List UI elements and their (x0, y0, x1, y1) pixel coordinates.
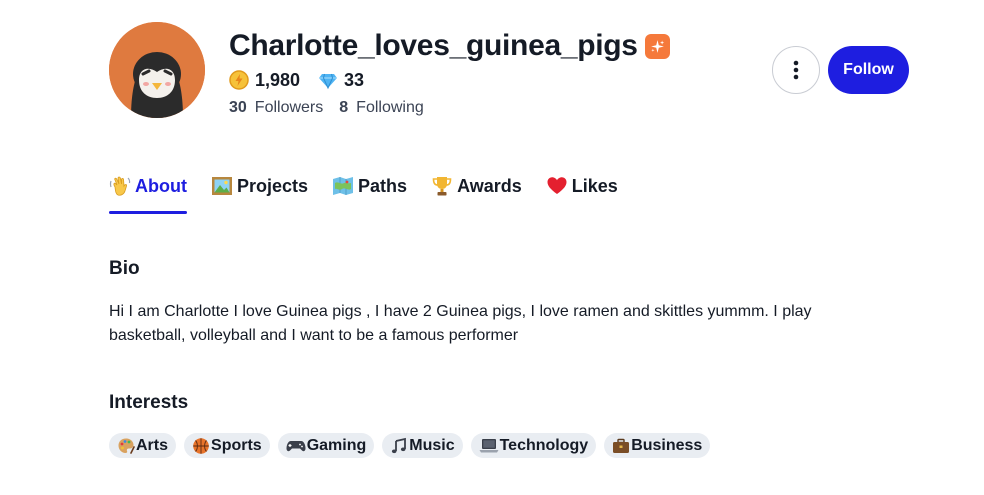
bio-text: Hi I am Charlotte I love Guinea pigs , I… (109, 303, 812, 344)
game-controller-icon (286, 440, 306, 451)
bio-heading: Bio (109, 258, 140, 279)
tab-likes[interactable]: Likes (546, 172, 618, 214)
interest-chip-business[interactable]: Business (604, 433, 711, 458)
tab-paths-label: Paths (358, 176, 408, 196)
waving-hand-icon (109, 176, 131, 196)
vertical-dots-icon (793, 60, 799, 80)
xp-count: 1,980 (255, 69, 301, 90)
basketball-icon (193, 437, 209, 454)
profile-tabs: About Projects Paths Awards Likes (109, 172, 642, 214)
briefcase-icon (613, 438, 630, 453)
interest-chip-arts[interactable]: Arts (109, 433, 177, 458)
interest-label-technology: Technology (499, 436, 589, 454)
gems-stat: 33 (318, 70, 364, 91)
framed-picture-icon (211, 177, 232, 195)
music-note-icon (392, 437, 407, 453)
tab-likes-label: Likes (571, 176, 618, 196)
followers-count[interactable]: 30 (229, 99, 247, 117)
tab-about[interactable]: About (109, 172, 187, 214)
interests-list: Arts Sports Gaming Music Technology Busi… (109, 433, 718, 458)
interest-chip-sports[interactable]: Sports (184, 433, 270, 458)
laptop-icon (479, 438, 499, 452)
heart-icon (547, 177, 567, 194)
gems-count: 33 (344, 69, 365, 90)
interest-chip-technology[interactable]: Technology (470, 433, 597, 458)
lightning-coin-icon (229, 70, 249, 90)
avatar (109, 22, 205, 118)
following-count[interactable]: 8 (339, 99, 348, 117)
interest-chip-music[interactable]: Music (382, 433, 463, 458)
following-label[interactable]: Following (356, 99, 424, 117)
stats-row: 1,980 33 (229, 68, 382, 92)
interest-label-gaming: Gaming (306, 436, 367, 454)
interest-chip-gaming[interactable]: Gaming (277, 433, 375, 458)
followers-label[interactable]: Followers (255, 99, 323, 117)
penguin-avatar-icon (109, 22, 205, 118)
interests-heading: Interests (109, 392, 189, 413)
follow-counts: 30 Followers 8 Following (229, 98, 440, 118)
tab-projects-label: Projects (236, 176, 309, 196)
interest-label-arts: Arts (136, 436, 169, 454)
tab-awards[interactable]: Awards (431, 172, 522, 214)
tab-awards-label: Awards (457, 176, 522, 196)
tab-about-label: About (135, 176, 187, 196)
tab-paths[interactable]: Paths (332, 172, 407, 214)
interest-label-sports: Sports (211, 436, 262, 454)
trophy-icon (432, 177, 452, 196)
map-icon (333, 177, 354, 195)
more-options-button[interactable] (772, 46, 820, 94)
diamond-icon (319, 73, 338, 90)
xp-stat: 1,980 (229, 70, 300, 91)
username: Charlotte_loves_guinea_pigs (229, 29, 638, 62)
username-row: Charlotte_loves_guinea_pigs (229, 26, 670, 66)
interest-label-business: Business (631, 436, 703, 454)
tab-projects[interactable]: Projects (211, 172, 308, 214)
interest-label-music: Music (409, 436, 455, 454)
palette-icon (118, 438, 135, 454)
follow-button[interactable]: Follow (828, 46, 909, 94)
sparkle-badge-icon (644, 33, 670, 59)
